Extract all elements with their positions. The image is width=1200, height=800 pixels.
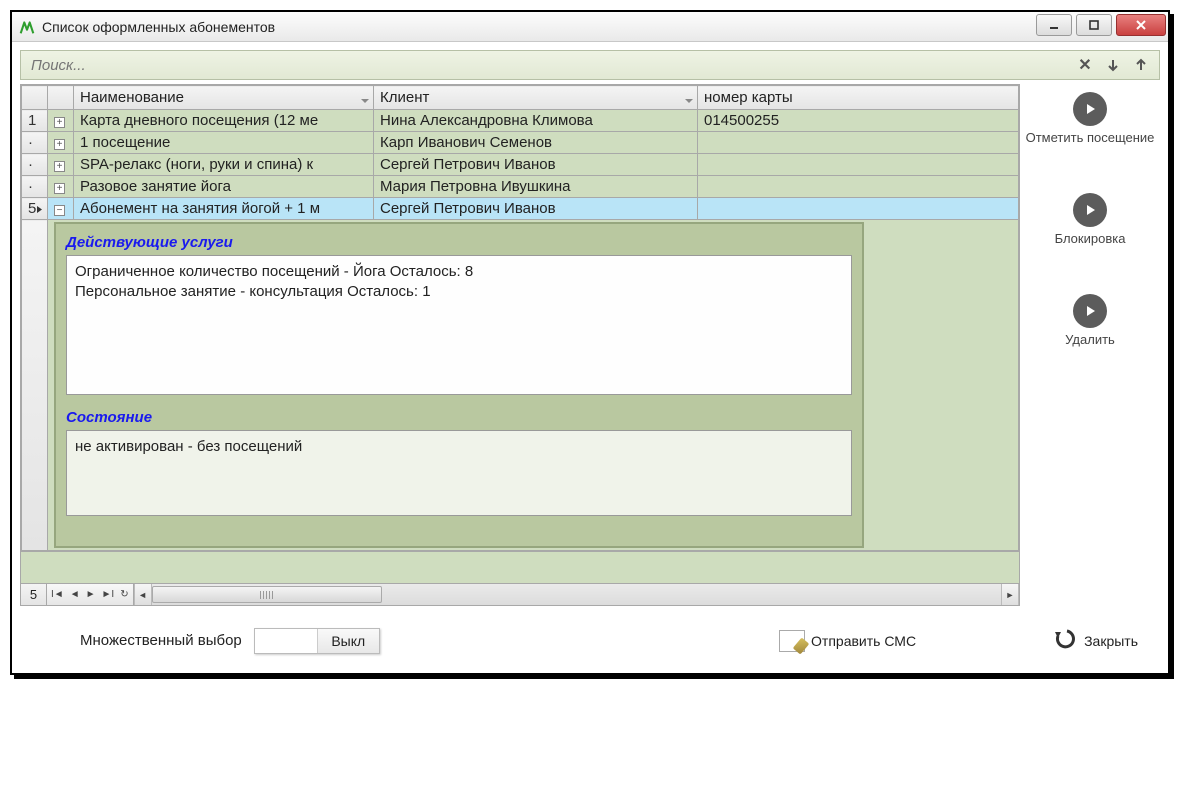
subscriptions-grid: Наименование Клиент номер карты bbox=[20, 84, 1020, 606]
cell-name: Разовое занятие йога bbox=[74, 176, 374, 198]
scroll-track[interactable] bbox=[152, 584, 1001, 605]
multi-select-toggle[interactable]: Выкл bbox=[254, 628, 380, 654]
nav-last-icon[interactable]: ►I bbox=[102, 589, 115, 600]
titlebar: Список оформленных абонементов bbox=[12, 12, 1168, 42]
services-box: Ограниченное количество посещений - Йога… bbox=[66, 255, 852, 395]
grid-empty-area bbox=[21, 551, 1019, 583]
status-box: не активирован - без посещений bbox=[66, 430, 852, 516]
cell-client: Мария Петровна Ивушкина bbox=[374, 176, 698, 198]
row-number: · bbox=[22, 176, 48, 198]
nav-prev-icon[interactable]: ◄ bbox=[70, 589, 80, 600]
window-controls bbox=[1034, 12, 1168, 41]
nav-first-icon[interactable]: I◄ bbox=[51, 589, 64, 600]
cell-client: Карп Иванович Семенов bbox=[374, 132, 698, 154]
scroll-right-icon[interactable]: ► bbox=[1001, 584, 1019, 605]
grid-footer: 5 I◄ ◄ ► ►I ↻ ◄ ► bbox=[21, 583, 1019, 605]
service-line: Ограниченное количество посещений - Йога… bbox=[75, 262, 843, 282]
cell-card: 014500255 bbox=[698, 110, 1019, 132]
search-bar: ✕ bbox=[20, 50, 1160, 80]
play-icon bbox=[1073, 294, 1107, 328]
expand-icon[interactable]: + bbox=[54, 161, 65, 172]
bottom-bar: Множественный выбор Выкл Отправить СМС З… bbox=[20, 606, 1160, 665]
arrow-down-icon[interactable] bbox=[1099, 51, 1127, 79]
nav-refresh-icon[interactable]: ↻ bbox=[120, 589, 128, 600]
chevron-down-icon[interactable] bbox=[360, 93, 370, 103]
table-row[interactable]: 1 + Карта дневного посещения (12 ме Нина… bbox=[22, 110, 1019, 132]
cell-card bbox=[698, 132, 1019, 154]
rownum-header bbox=[22, 86, 48, 110]
side-actions: Отметить посещение Блокировка Удалить bbox=[1020, 84, 1160, 606]
col-client-header[interactable]: Клиент bbox=[374, 86, 698, 110]
col-card-label: номер карты bbox=[704, 89, 793, 106]
cell-card bbox=[698, 154, 1019, 176]
edit-message-icon bbox=[779, 630, 805, 652]
expand-icon[interactable]: + bbox=[54, 183, 65, 194]
delete-label: Удалить bbox=[1065, 332, 1115, 347]
lock-label: Блокировка bbox=[1055, 231, 1126, 246]
cell-client: Сергей Петрович Иванов bbox=[374, 198, 698, 220]
cell-card bbox=[698, 176, 1019, 198]
status-title: Состояние bbox=[66, 409, 852, 426]
record-navigator: I◄ ◄ ► ►I ↻ bbox=[47, 584, 134, 605]
row-number: · bbox=[22, 132, 48, 154]
detail-panel: Действующие услуги Ограниченное количест… bbox=[54, 222, 864, 548]
cell-name: 1 посещение bbox=[74, 132, 374, 154]
clear-search-icon[interactable]: ✕ bbox=[1071, 51, 1099, 79]
cell-name: Карта дневного посещения (12 ме bbox=[74, 110, 374, 132]
undo-arrow-icon bbox=[1052, 626, 1078, 655]
detail-row: Действующие услуги Ограниченное количест… bbox=[22, 220, 1019, 551]
row-number: · bbox=[22, 154, 48, 176]
scroll-thumb[interactable] bbox=[152, 586, 382, 603]
send-sms-label: Отправить СМС bbox=[811, 633, 916, 649]
col-card-header[interactable]: номер карты bbox=[698, 86, 1019, 110]
scroll-left-icon[interactable]: ◄ bbox=[134, 584, 152, 605]
table-row[interactable]: · + 1 посещение Карп Иванович Семенов bbox=[22, 132, 1019, 154]
send-sms-button[interactable]: Отправить СМС bbox=[779, 630, 916, 652]
col-name-label: Наименование bbox=[80, 89, 184, 106]
arrow-up-icon[interactable] bbox=[1127, 51, 1155, 79]
maximize-button[interactable] bbox=[1076, 14, 1112, 36]
toggle-on-slot bbox=[255, 629, 317, 653]
toggle-off-slot: Выкл bbox=[317, 629, 379, 653]
expand-icon[interactable]: + bbox=[54, 117, 65, 128]
multi-select-label: Множественный выбор bbox=[80, 632, 242, 649]
close-button[interactable]: Закрыть bbox=[1052, 626, 1138, 655]
row-number: 5 bbox=[22, 198, 48, 220]
collapse-icon[interactable]: − bbox=[54, 205, 65, 216]
app-window: Список оформленных абонементов ✕ bbox=[10, 10, 1170, 675]
play-icon bbox=[1073, 92, 1107, 126]
col-name-header[interactable]: Наименование bbox=[74, 86, 374, 110]
service-line: Персональное занятие - консультация Оста… bbox=[75, 282, 843, 302]
expander-header bbox=[48, 86, 74, 110]
app-icon bbox=[18, 18, 36, 36]
play-icon bbox=[1073, 193, 1107, 227]
search-input[interactable] bbox=[25, 57, 1071, 74]
delete-button[interactable]: Удалить bbox=[1065, 294, 1115, 347]
cell-client: Сергей Петрович Иванов bbox=[374, 154, 698, 176]
status-text: не активирован - без посещений bbox=[75, 437, 843, 457]
col-client-label: Клиент bbox=[380, 89, 429, 106]
close-label: Закрыть bbox=[1084, 633, 1138, 649]
mark-visit-button[interactable]: Отметить посещение bbox=[1026, 92, 1155, 145]
chevron-down-icon[interactable] bbox=[684, 93, 694, 103]
mark-visit-label: Отметить посещение bbox=[1026, 130, 1155, 145]
lock-button[interactable]: Блокировка bbox=[1055, 193, 1126, 246]
services-title: Действующие услуги bbox=[66, 234, 852, 251]
table-row[interactable]: · + Разовое занятие йога Мария Петровна … bbox=[22, 176, 1019, 198]
horizontal-scrollbar[interactable]: ◄ ► bbox=[134, 584, 1019, 605]
minimize-button[interactable] bbox=[1036, 14, 1072, 36]
nav-next-icon[interactable]: ► bbox=[86, 589, 96, 600]
table-row[interactable]: 5 − Абонемент на занятия йогой + 1 м Сер… bbox=[22, 198, 1019, 220]
close-window-button[interactable] bbox=[1116, 14, 1166, 36]
cell-client: Нина Александровна Климова bbox=[374, 110, 698, 132]
cell-name: Абонемент на занятия йогой + 1 м bbox=[74, 198, 374, 220]
table-row[interactable]: · + SPA-релакс (ноги, руки и спина) к Се… bbox=[22, 154, 1019, 176]
row-number: 1 bbox=[22, 110, 48, 132]
window-title: Список оформленных абонементов bbox=[42, 19, 275, 35]
expand-icon[interactable]: + bbox=[54, 139, 65, 150]
cell-name: SPA-релакс (ноги, руки и спина) к bbox=[74, 154, 374, 176]
cell-card bbox=[698, 198, 1019, 220]
record-count: 5 bbox=[21, 584, 47, 605]
